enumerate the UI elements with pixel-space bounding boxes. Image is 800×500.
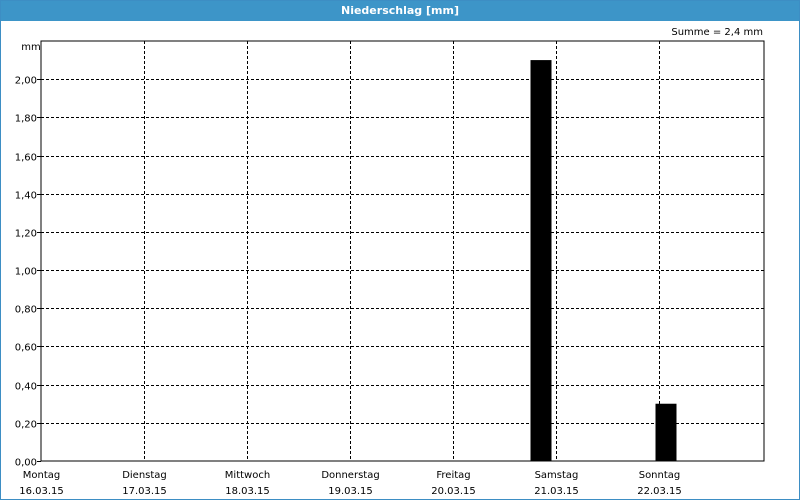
x-tick-label-date: 17.03.15 xyxy=(122,486,167,497)
x-tick-label-date: 19.03.15 xyxy=(328,486,373,497)
y-tick-label: 1,60 xyxy=(15,153,37,164)
x-tick-label-day: Montag xyxy=(23,470,60,481)
x-tick-label-date: 18.03.15 xyxy=(225,486,270,497)
y-tick-label: 1,00 xyxy=(15,267,37,278)
bar-samstag xyxy=(530,60,552,461)
x-tick-label-day: Donnerstag xyxy=(321,470,379,481)
x-tick-label-day: Sonntag xyxy=(639,470,681,481)
y-tick-label: 0,00 xyxy=(15,458,37,469)
y-tick-label: 0,40 xyxy=(15,382,37,393)
x-tick-label-date: 21.03.15 xyxy=(534,486,579,497)
y-tick-label: 1,20 xyxy=(15,229,37,240)
y-tick-label: 1,40 xyxy=(15,191,37,202)
x-tick-label-date: 20.03.15 xyxy=(431,486,476,497)
y-tick-label: 0,80 xyxy=(15,305,37,316)
x-tick-label-day: Freitag xyxy=(436,470,470,481)
x-tick-label-day: Samstag xyxy=(535,470,579,481)
bar-sonntag xyxy=(655,403,677,461)
y-tick-label: 2,00 xyxy=(15,76,37,87)
x-tick-label-date: 22.03.15 xyxy=(637,486,682,497)
plot-area xyxy=(40,40,765,462)
y-tick-label: 0,60 xyxy=(15,343,37,354)
y-axis-unit-label: mm xyxy=(21,42,40,53)
precipitation-chart: 0,00 0,20 0,40 0,60 0,80 1,00 1,20 1,40 1,60 1,80… xyxy=(15,40,765,497)
y-tick-label: 0,20 xyxy=(15,420,37,431)
x-tick-label-day: Mittwoch xyxy=(225,470,270,481)
y-tick-label: 1,80 xyxy=(15,114,37,125)
x-tick-label-date: 16.03.15 xyxy=(19,486,64,497)
x-tick-label-day: Dienstag xyxy=(122,470,167,481)
